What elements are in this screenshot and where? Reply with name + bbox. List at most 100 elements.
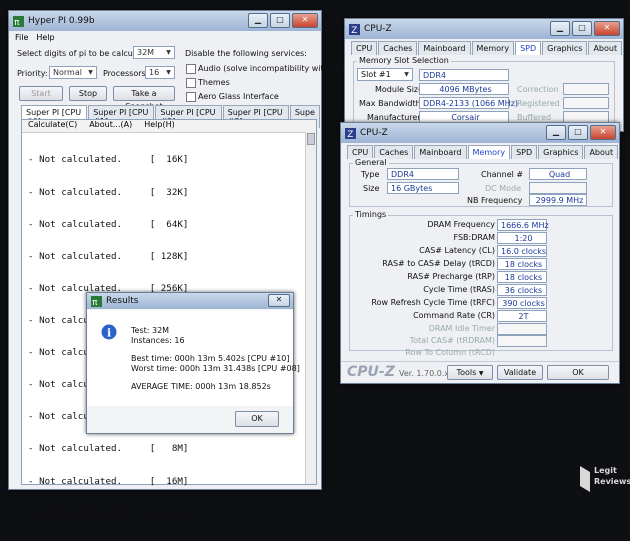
svg-text:i: i — [107, 327, 111, 340]
timing-label-disabled: Row To Column (tRCD) — [405, 348, 495, 357]
audio-checkbox[interactable] — [186, 64, 196, 74]
chevron-down-icon: ▼ — [478, 370, 484, 377]
tab-memory[interactable]: Memory — [467, 145, 511, 159]
log-line: - Not calculated. [ 32K] — [28, 186, 189, 198]
minimize-button[interactable]: ▁ — [546, 125, 566, 140]
themes-checkbox[interactable] — [186, 78, 196, 88]
audio-label: Audio (solve incompatibility with Vista) — [198, 64, 355, 73]
channel-label: Channel # — [481, 170, 524, 179]
stop-button[interactable]: Stop — [69, 86, 107, 101]
slot-value: Slot #1 — [361, 70, 391, 79]
tab-cpu[interactable]: CPU — [347, 145, 374, 159]
hyperpi-app-icon: π — [13, 15, 24, 27]
close-icon[interactable]: ✕ — [268, 294, 290, 307]
maximize-button[interactable]: □ — [270, 13, 290, 28]
scroll-thumb[interactable] — [307, 133, 315, 145]
results-titlebar[interactable]: π Results ✕ — [87, 293, 293, 309]
log-line: + 000h 13m 19.208s [ 32M] — [28, 507, 189, 519]
results-worst: Worst time: 000h 13m 31.438s [CPU #08] — [131, 364, 300, 373]
close-button[interactable]: ✕ — [590, 125, 616, 140]
aero-label: Aero Glass Interface — [198, 92, 279, 101]
timing-value: 16.0 clocks — [497, 245, 547, 257]
info-icon: i — [101, 324, 117, 340]
timing-value: 2T — [497, 310, 547, 322]
menu-help-sub[interactable]: Help(H) — [144, 120, 175, 132]
max-bandwidth-field: DDR4-2133 (1066 MHz) — [419, 97, 518, 109]
timing-value-disabled — [497, 335, 547, 347]
menu-calculate[interactable]: Calculate(C) — [28, 120, 77, 132]
cpuz-spd-title: CPU-Z — [364, 24, 392, 34]
timing-label: RAS# Precharge (tRP) — [407, 272, 495, 281]
tab-mainboard[interactable]: Mainboard — [414, 145, 467, 159]
hyperpi-title: Hyper PI 0.99b — [28, 16, 95, 26]
svg-text:π: π — [14, 17, 20, 26]
max-bandwidth-label: Max Bandwidth — [359, 99, 421, 108]
chevron-down-icon: ▼ — [166, 49, 171, 56]
slot-select[interactable]: Slot #1 ▼ — [357, 68, 413, 81]
size-field: 16 GBytes — [387, 182, 459, 194]
minimize-button[interactable]: ▁ — [550, 21, 570, 36]
priority-select[interactable]: Normal ▼ — [49, 66, 97, 79]
tab-caches[interactable]: Caches — [378, 41, 418, 55]
results-instances: Instances: 16 — [131, 336, 185, 345]
digits-select[interactable]: 32M ▼ — [133, 46, 175, 59]
timing-label: Row Refresh Cycle Time (tRFC) — [371, 298, 495, 307]
tab-spd[interactable]: SPD — [515, 41, 542, 55]
tab-graphics[interactable]: Graphics — [538, 145, 584, 159]
cpuz-memory-tabs: CPU Caches Mainboard Memory SPD Graphics… — [347, 145, 619, 159]
timing-label: DRAM Frequency — [427, 220, 495, 229]
menu-about[interactable]: About...(A) — [89, 120, 132, 132]
priority-value: Normal — [53, 68, 82, 77]
correction-label: Correction — [517, 85, 559, 94]
log-line: - Not calculated. [ 16K] — [28, 154, 189, 166]
disable-services-label: Disable the following services: — [185, 49, 307, 58]
timing-label: FSB:DRAM — [453, 233, 496, 242]
close-button[interactable]: ✕ — [594, 21, 620, 36]
priority-label: Priority: — [17, 69, 48, 78]
chevron-down-icon: ▼ — [88, 69, 93, 76]
manufacturer-label: Manufacturer — [367, 113, 421, 122]
results-dialog: π Results ✕ i Test: 32M Instances: 16 Be… — [86, 292, 300, 434]
tab-mainboard[interactable]: Mainboard — [418, 41, 471, 55]
log-scrollbar[interactable] — [305, 132, 316, 484]
menu-file[interactable]: File — [15, 33, 28, 42]
tools-button[interactable]: Tools ▼ — [447, 365, 493, 380]
processors-select[interactable]: 16 ▼ — [145, 66, 175, 79]
themes-label: Themes — [198, 78, 230, 87]
timing-label-disabled: Total CAS# (tRDRAM) — [409, 336, 495, 345]
aero-checkbox[interactable] — [186, 92, 196, 102]
dc-mode-field — [529, 182, 587, 194]
ok-button[interactable]: OK — [547, 365, 609, 380]
tab-about[interactable]: About — [588, 41, 623, 55]
snapshot-button[interactable]: Take a Snapshot — [113, 86, 175, 111]
tab-cpu[interactable]: CPU — [351, 41, 378, 55]
tab-graphics[interactable]: Graphics — [542, 41, 588, 55]
cpuz-app-icon: Z — [345, 127, 356, 139]
maximize-button[interactable]: □ — [568, 125, 588, 140]
close-button[interactable]: ✕ — [292, 13, 318, 28]
tab-memory[interactable]: Memory — [471, 41, 515, 55]
start-button[interactable]: Start — [19, 86, 63, 101]
slot-type-field: DDR4 — [419, 69, 509, 81]
cpuz-spd-titlebar[interactable]: Z CPU-Z ▁ □ ✕ — [345, 19, 623, 39]
hyperpi-titlebar[interactable]: π Hyper PI 0.99b ▁ □ ✕ — [9, 11, 321, 31]
tools-label: Tools — [456, 368, 477, 377]
nb-frequency-field: 2999.9 MHz — [529, 194, 587, 206]
memory-slot-group-title: Memory Slot Selection — [357, 56, 451, 65]
log-line: - Not calculated. [ 8M] — [28, 443, 189, 455]
hyperpi-app-icon: π — [91, 295, 102, 307]
menu-help[interactable]: Help — [36, 33, 54, 42]
minimize-button[interactable]: ▁ — [248, 13, 268, 28]
tab-spd[interactable]: SPD — [511, 145, 538, 159]
results-title: Results — [106, 296, 139, 306]
nb-frequency-label: NB Frequency — [467, 196, 523, 205]
cpuz-logo: CPU-Z — [347, 364, 395, 380]
tab-about[interactable]: About — [584, 145, 619, 159]
cpuz-memory-titlebar[interactable]: Z CPU-Z ▁ □ ✕ — [341, 123, 619, 143]
registered-label: Registered — [517, 99, 560, 108]
validate-button[interactable]: Validate — [497, 365, 543, 380]
maximize-button[interactable]: □ — [572, 21, 592, 36]
cpuz-app-icon: Z — [349, 23, 360, 35]
results-ok-button[interactable]: OK — [235, 411, 279, 427]
tab-caches[interactable]: Caches — [374, 145, 414, 159]
